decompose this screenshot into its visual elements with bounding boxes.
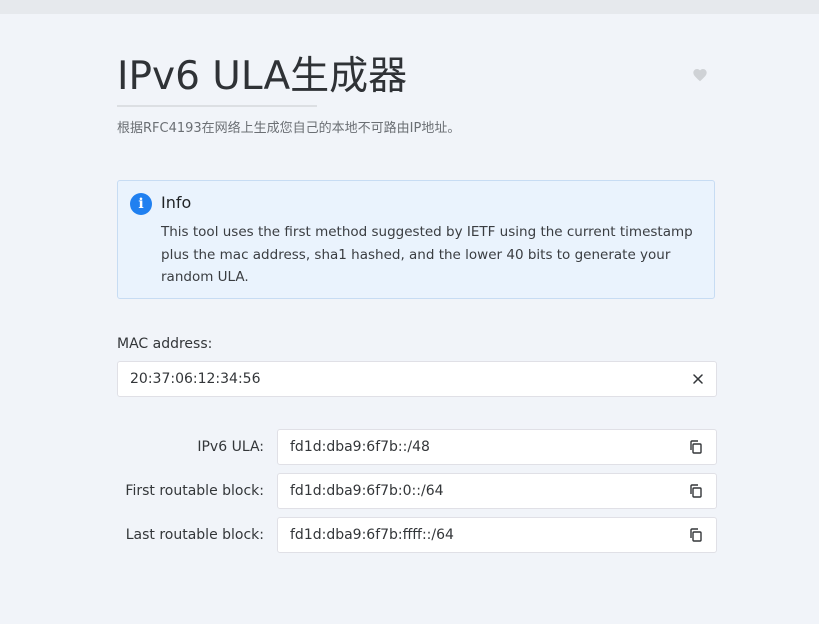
last-routable-block-label: Last routable block: xyxy=(125,527,264,543)
copy-first-block-button[interactable] xyxy=(688,483,704,499)
alert-body: This tool uses the first method suggeste… xyxy=(161,224,693,285)
close-icon xyxy=(693,374,703,384)
info-alert: i Info This tool uses the first method s… xyxy=(117,180,715,299)
page-title: IPv6 ULA生成器 xyxy=(117,54,408,99)
mac-address-value[interactable]: 20:37:06:12:34:56 xyxy=(130,362,260,396)
copy-icon xyxy=(690,484,702,498)
first-routable-block-value[interactable]: fd1d:dba9:6f7b:0::/64 xyxy=(290,474,444,508)
clear-input-button[interactable] xyxy=(690,371,706,387)
copy-icon xyxy=(690,528,702,542)
ipv6-ula-value[interactable]: fd1d:dba9:6f7b::/48 xyxy=(290,430,430,464)
copy-ipv6-ula-button[interactable] xyxy=(688,439,704,455)
copy-last-block-button[interactable] xyxy=(688,527,704,543)
title-underline xyxy=(117,105,317,107)
mac-address-label: MAC address: xyxy=(117,336,213,352)
top-bar xyxy=(0,0,819,14)
info-icon: i xyxy=(130,193,152,215)
ipv6-ula-output[interactable]: fd1d:dba9:6f7b::/48 xyxy=(277,429,717,465)
last-routable-block-value[interactable]: fd1d:dba9:6f7b:ffff::/64 xyxy=(290,518,454,552)
page-description: 根据RFC4193在网络上生成您自己的本地不可路由IP地址。 xyxy=(117,121,461,136)
first-routable-block-label: First routable block: xyxy=(125,483,264,499)
ipv6-ula-label: IPv6 ULA: xyxy=(197,439,264,455)
alert-title: Info xyxy=(161,193,192,212)
last-routable-block-output[interactable]: fd1d:dba9:6f7b:ffff::/64 xyxy=(277,517,717,553)
first-routable-block-output[interactable]: fd1d:dba9:6f7b:0::/64 xyxy=(277,473,717,509)
heart-icon xyxy=(693,69,707,82)
copy-icon xyxy=(690,440,702,454)
mac-address-input[interactable]: 20:37:06:12:34:56 xyxy=(117,361,717,397)
favorite-button[interactable] xyxy=(692,67,708,83)
